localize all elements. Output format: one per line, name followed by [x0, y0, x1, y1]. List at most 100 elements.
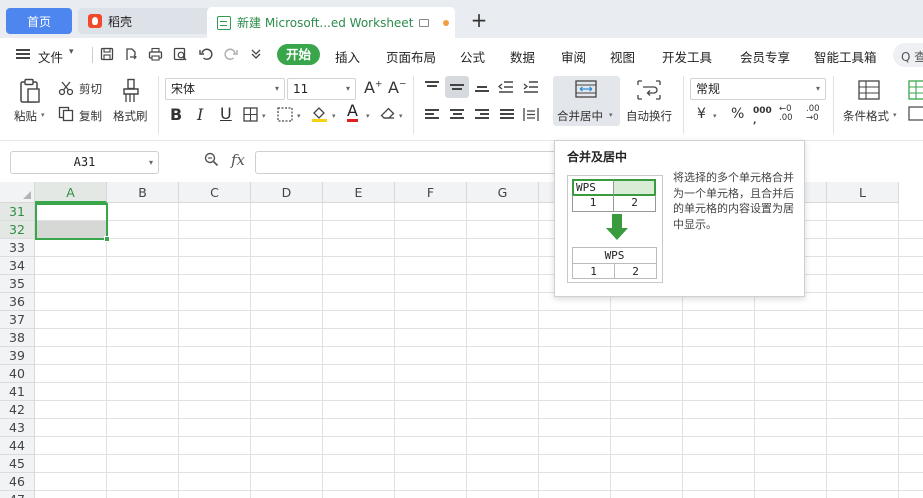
- font-grow-button[interactable]: A+: [364, 78, 383, 97]
- row-header-42[interactable]: 42: [0, 401, 35, 419]
- cell-style-partial-icon[interactable]: [908, 106, 923, 124]
- print-preview-icon[interactable]: [172, 47, 188, 63]
- align-top-icon[interactable]: [425, 81, 439, 93]
- conditional-format-caret-icon[interactable]: ▾: [893, 111, 897, 119]
- font-name-select[interactable]: 宋体 ▾: [165, 78, 285, 100]
- underline-button[interactable]: U: [220, 104, 232, 123]
- justify-icon[interactable]: [500, 109, 514, 121]
- wrap-text-icon[interactable]: [637, 80, 661, 103]
- row-header-41[interactable]: 41: [0, 383, 35, 401]
- menu-view[interactable]: 视图: [610, 47, 635, 66]
- row-header-33[interactable]: 33: [0, 239, 35, 257]
- cut-icon[interactable]: [58, 80, 74, 99]
- row-header-46[interactable]: 46: [0, 473, 35, 491]
- align-bottom-icon[interactable]: [475, 86, 489, 98]
- align-middle-icon[interactable]: [450, 84, 464, 96]
- column-header-d[interactable]: D: [251, 182, 323, 203]
- conditional-format-icon[interactable]: [858, 80, 880, 103]
- search-box[interactable]: Q 查: [893, 43, 923, 67]
- increase-indent-icon[interactable]: [523, 80, 539, 97]
- menu-insert[interactable]: 插入: [335, 47, 360, 66]
- insert-function-button[interactable]: fx: [231, 151, 245, 169]
- export-pdf-icon[interactable]: [123, 47, 139, 63]
- menu-file-caret-icon[interactable]: ▾: [69, 47, 74, 57]
- align-left-icon[interactable]: [425, 109, 439, 121]
- borders-caret-icon[interactable]: ▾: [262, 112, 266, 120]
- percent-button[interactable]: %: [731, 106, 744, 122]
- name-box[interactable]: A31 ▾: [10, 151, 159, 174]
- table-style-icon[interactable]: [908, 80, 923, 103]
- tab-document[interactable]: 新建 Microsoft...ed Worksheet: [207, 7, 455, 38]
- clear-format-caret-icon[interactable]: ▾: [399, 112, 403, 120]
- copy-icon[interactable]: [58, 106, 74, 125]
- currency-button[interactable]: ¥: [697, 106, 706, 122]
- number-format-select[interactable]: 常规 ▾: [690, 78, 826, 100]
- row-header-31[interactable]: 31: [0, 203, 35, 221]
- merge-center-button[interactable]: 合并居中 ▾: [553, 76, 620, 126]
- distributed-align-icon[interactable]: [523, 107, 539, 125]
- thousands-separator-button[interactable]: 000,: [753, 106, 772, 126]
- increase-decimal-button[interactable]: ←0 .00: [779, 105, 799, 123]
- row-header-32[interactable]: 32: [0, 221, 35, 239]
- menu-membership[interactable]: 会员专享: [740, 47, 790, 66]
- column-header-b[interactable]: B: [107, 182, 179, 203]
- clear-format-icon[interactable]: [380, 106, 397, 124]
- row-header-47[interactable]: 47: [0, 491, 35, 498]
- column-header-l[interactable]: L: [827, 182, 899, 203]
- menu-data[interactable]: 数据: [510, 47, 535, 66]
- row-header-44[interactable]: 44: [0, 437, 35, 455]
- format-painter-icon[interactable]: [121, 78, 141, 107]
- undo-icon[interactable]: [198, 47, 214, 63]
- menu-review[interactable]: 审阅: [561, 47, 586, 66]
- customize-toolbar-icon[interactable]: [248, 47, 264, 63]
- fill-handle[interactable]: [104, 236, 110, 242]
- row-header-35[interactable]: 35: [0, 275, 35, 293]
- monitor-icon[interactable]: [419, 18, 430, 27]
- cell-style-caret-icon[interactable]: ▾: [297, 112, 301, 120]
- row-header-39[interactable]: 39: [0, 347, 35, 365]
- row-header-45[interactable]: 45: [0, 455, 35, 473]
- selected-cell-a32[interactable]: [37, 221, 106, 238]
- bold-button[interactable]: B: [170, 105, 182, 124]
- hamburger-menu-icon[interactable]: [16, 49, 30, 59]
- format-painter-button[interactable]: 格式刷: [113, 108, 148, 124]
- italic-button[interactable]: I: [197, 105, 203, 124]
- name-box-caret-icon[interactable]: ▾: [149, 152, 153, 173]
- save-icon[interactable]: [99, 47, 115, 63]
- menu-formulas[interactable]: 公式: [460, 47, 485, 66]
- formula-input[interactable]: [255, 151, 555, 174]
- column-header-a[interactable]: A: [35, 182, 107, 203]
- currency-caret-icon[interactable]: ▾: [713, 112, 717, 120]
- menu-start[interactable]: 开始: [277, 44, 320, 65]
- zoom-lookup-icon[interactable]: [204, 152, 219, 171]
- row-header-38[interactable]: 38: [0, 329, 35, 347]
- new-tab-button[interactable]: +: [468, 8, 490, 32]
- menu-page-layout[interactable]: 页面布局: [386, 47, 436, 66]
- print-icon[interactable]: [147, 47, 163, 63]
- paste-caret-icon[interactable]: ▾: [41, 111, 45, 119]
- font-size-select[interactable]: 11 ▾: [287, 78, 356, 100]
- tab-home[interactable]: 首页: [6, 8, 72, 34]
- menu-smart-toolbox[interactable]: 智能工具箱: [814, 47, 877, 66]
- paste-button[interactable]: 粘贴: [14, 108, 37, 124]
- cell-style-icon[interactable]: [277, 107, 293, 125]
- fill-color-icon[interactable]: [311, 105, 328, 126]
- align-center-icon[interactable]: [450, 109, 464, 121]
- row-header-34[interactable]: 34: [0, 257, 35, 275]
- menu-developer[interactable]: 开发工具: [662, 47, 712, 66]
- font-shrink-button[interactable]: A−: [388, 78, 407, 97]
- borders-icon[interactable]: [243, 107, 258, 125]
- fill-color-caret-icon[interactable]: ▾: [332, 112, 336, 120]
- column-header-c[interactable]: C: [179, 182, 251, 203]
- column-header-f[interactable]: F: [395, 182, 467, 203]
- row-header-37[interactable]: 37: [0, 311, 35, 329]
- row-header-43[interactable]: 43: [0, 419, 35, 437]
- menu-file[interactable]: 文件: [38, 47, 63, 66]
- font-color-caret-icon[interactable]: ▾: [366, 112, 370, 120]
- cut-button[interactable]: 剪切: [79, 81, 102, 97]
- decrease-indent-icon[interactable]: [497, 80, 514, 97]
- decrease-decimal-button[interactable]: .00 →0: [806, 105, 826, 123]
- paste-icon[interactable]: [18, 78, 42, 107]
- select-all-corner[interactable]: [0, 182, 35, 203]
- font-color-button[interactable]: A: [347, 103, 358, 122]
